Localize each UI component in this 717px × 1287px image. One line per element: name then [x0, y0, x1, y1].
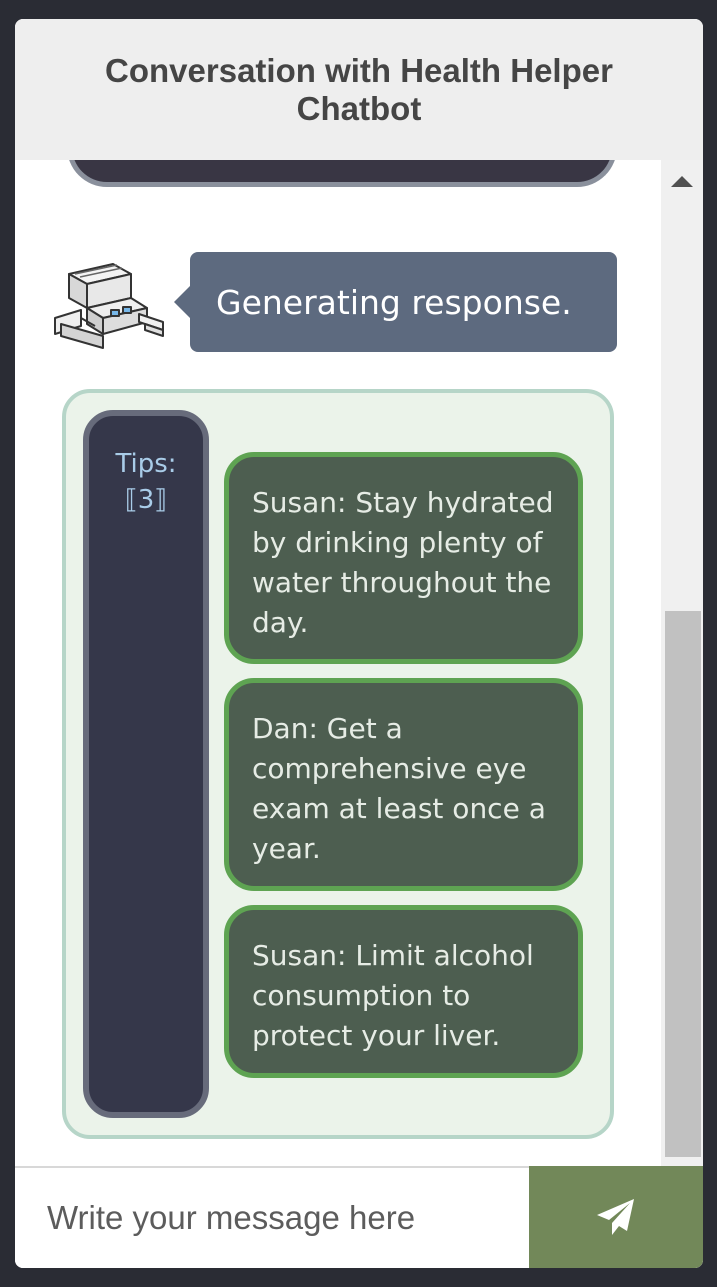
- send-button[interactable]: [529, 1166, 703, 1268]
- tip-message-2: Dan: Get a comprehensive eye exam at lea…: [224, 678, 583, 891]
- message-input[interactable]: [15, 1168, 529, 1268]
- tips-label: Tips:: [115, 449, 177, 479]
- tip-message-1: Susan: Stay hydrated by drinking plenty …: [224, 452, 583, 664]
- tip-message-3: Susan: Limit alcohol consumption to prot…: [224, 905, 583, 1078]
- robot-avatar-icon: [54, 263, 164, 349]
- scrollbar-thumb[interactable]: [665, 611, 701, 1157]
- chat-window: Conversation with Health Helper Chatbot: [15, 19, 703, 1268]
- bot-message-bubble: Generating response.: [174, 252, 617, 352]
- tip-text: Dan: Get a comprehensive eye exam at lea…: [252, 712, 546, 865]
- scroll-up-arrow-icon[interactable]: [671, 176, 693, 187]
- previous-message-bubble: [67, 160, 617, 187]
- bot-message-text: Generating response.: [216, 282, 572, 322]
- page-title: Conversation with Health Helper Chatbot: [105, 51, 613, 127]
- message-composer: [15, 1166, 703, 1268]
- paper-plane-icon: [597, 1199, 634, 1235]
- tips-count-badge: ⟦3⟧: [124, 485, 168, 515]
- tip-text: Susan: Stay hydrated by drinking plenty …: [252, 486, 554, 639]
- scrollbar[interactable]: [661, 160, 703, 1166]
- chat-header: Conversation with Health Helper Chatbot: [15, 19, 703, 160]
- tips-sidebar: Tips: ⟦3⟧: [83, 410, 209, 1118]
- message-list[interactable]: Generating response. Tips: ⟦3⟧ Susan: St…: [15, 160, 661, 1166]
- tip-text: Susan: Limit alcohol consumption to prot…: [252, 939, 534, 1052]
